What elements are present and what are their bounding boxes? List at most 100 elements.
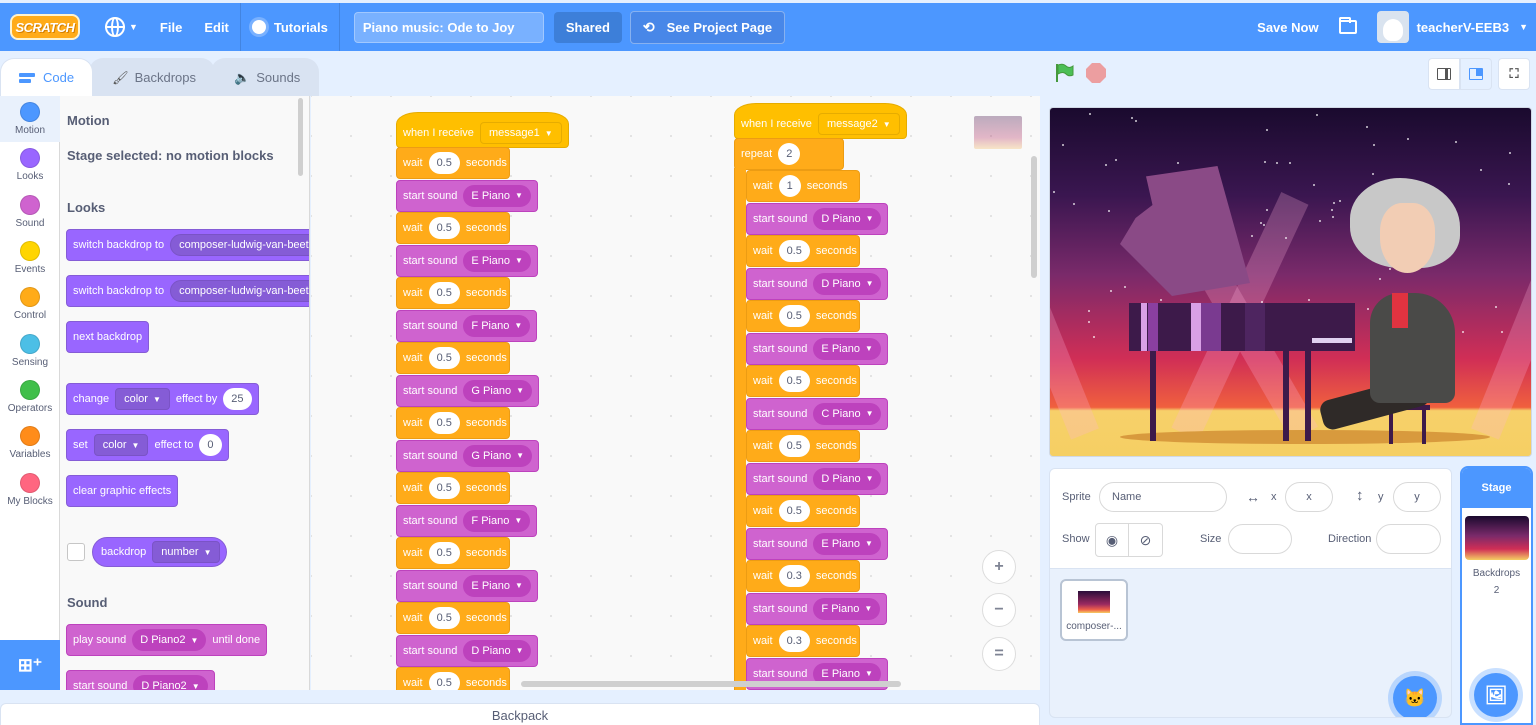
backdrop-reporter-checkbox[interactable]: [67, 543, 85, 561]
backdrop-dropdown[interactable]: composer-ludwig-van-beeth: [170, 234, 309, 256]
switch-backdrop-block[interactable]: switch backdrop to composer-ludwig-van-b…: [66, 229, 309, 261]
wait-block[interactable]: wait 0.5 seconds: [396, 407, 510, 439]
start-sound-block[interactable]: start sound D Piano ▼: [746, 462, 889, 495]
sound-dropdown[interactable]: F Piano ▼: [813, 597, 881, 620]
change-effect-block[interactable]: change color ▼ effect by 25: [66, 383, 259, 415]
sound-dropdown[interactable]: D Piano2 ▼: [133, 675, 208, 690]
tab-code[interactable]: Code: [0, 58, 94, 96]
message-dropdown[interactable]: message2 ▼: [817, 113, 900, 135]
start-sound-block[interactable]: start sound D Piano ▼: [396, 634, 539, 667]
stage-canvas[interactable]: [1049, 107, 1532, 457]
sound-dropdown[interactable]: E Piano ▼: [463, 184, 531, 207]
large-stage-button[interactable]: [1460, 58, 1492, 90]
tab-sounds[interactable]: 🔈 Sounds: [211, 58, 320, 96]
start-sound-block[interactable]: start sound D Piano ▼: [746, 202, 889, 235]
start-sound-block[interactable]: start sound E Piano ▼: [746, 332, 888, 365]
sound-dropdown[interactable]: D Piano ▼: [813, 207, 882, 230]
category-sound[interactable]: Sound: [0, 189, 60, 235]
repeat-block[interactable]: repeat 2: [734, 138, 844, 170]
see-project-page-button[interactable]: ⟲ See Project Page: [629, 10, 786, 44]
next-backdrop-block[interactable]: next backdrop: [66, 321, 150, 353]
start-sound-block[interactable]: start sound E Piano ▼: [746, 527, 888, 560]
add-backdrop-button[interactable]: 🖼: [1474, 673, 1518, 717]
wait-block[interactable]: wait 0.3 seconds: [746, 560, 860, 592]
y-input[interactable]: y: [1393, 482, 1441, 512]
wait-block[interactable]: wait 0.5 seconds: [746, 365, 860, 397]
start-sound-block[interactable]: start sound C Piano ▼: [746, 397, 889, 430]
wait-block[interactable]: wait 0.5 seconds: [396, 667, 510, 690]
shared-button[interactable]: Shared: [553, 11, 622, 43]
green-flag-icon[interactable]: [1053, 62, 1075, 84]
wait-block[interactable]: wait 0.5 seconds: [746, 430, 860, 462]
small-stage-button[interactable]: [1428, 58, 1460, 90]
vertical-scrollbar[interactable]: [1031, 156, 1037, 278]
wait-seconds-input[interactable]: 0.5: [428, 282, 460, 304]
category-motion[interactable]: Motion: [0, 96, 60, 143]
backpack[interactable]: Backpack: [0, 703, 1040, 725]
scratch-logo[interactable]: SCRATCH: [10, 14, 80, 40]
wait-seconds-input[interactable]: 0.5: [428, 477, 460, 499]
wait-seconds-input[interactable]: 0.5: [778, 370, 810, 392]
save-now-button[interactable]: Save Now: [1237, 3, 1338, 51]
start-sound-block[interactable]: start sound D Piano ▼: [746, 267, 889, 300]
sound-dropdown[interactable]: D Piano2 ▼: [132, 629, 207, 651]
effect-value-input[interactable]: 0: [199, 434, 222, 456]
category-variables[interactable]: Variables: [0, 420, 60, 466]
start-sound-block[interactable]: start sound F Piano ▼: [396, 309, 538, 342]
category-events[interactable]: Events: [0, 235, 60, 281]
sound-dropdown[interactable]: D Piano ▼: [813, 467, 882, 490]
zoom-out-button[interactable]: −: [982, 593, 1016, 627]
sound-dropdown[interactable]: F Piano ▼: [463, 509, 531, 532]
wait-seconds-input[interactable]: 0.3: [778, 565, 810, 587]
start-sound-block[interactable]: start sound F Piano ▼: [746, 592, 888, 625]
wait-block[interactable]: wait 1 seconds: [746, 170, 860, 202]
wait-seconds-input[interactable]: 0.5: [778, 435, 810, 457]
wait-block[interactable]: wait 0.5 seconds: [396, 342, 510, 374]
tutorials-button[interactable]: Tutorials: [241, 3, 339, 51]
start-sound-block[interactable]: start sound G Piano ▼: [396, 439, 540, 472]
wait-block[interactable]: wait 0.5 seconds: [746, 495, 860, 527]
repeat-count-input[interactable]: 2: [778, 143, 801, 165]
sprite-name-input[interactable]: Name: [1099, 482, 1227, 512]
sound-dropdown[interactable]: E Piano ▼: [463, 249, 531, 272]
start-sound-block[interactable]: start sound E Piano ▼: [396, 179, 538, 212]
sound-dropdown[interactable]: D Piano ▼: [813, 272, 882, 295]
wait-seconds-input[interactable]: 0.5: [428, 152, 460, 174]
wait-block[interactable]: wait 0.5 seconds: [396, 537, 510, 569]
wait-seconds-input[interactable]: 0.3: [778, 630, 810, 652]
when-i-receive-hat-block[interactable]: when I receive message1 ▼: [396, 112, 569, 148]
direction-input[interactable]: [1376, 524, 1441, 554]
script-area[interactable]: when I receive message1 ▼ wait 0.5 seconds s…: [311, 96, 1040, 690]
category-looks[interactable]: Looks: [0, 142, 60, 188]
wait-seconds-input[interactable]: 0.5: [428, 412, 460, 434]
horizontal-scrollbar[interactable]: [521, 681, 901, 687]
size-input[interactable]: [1228, 524, 1292, 554]
sound-dropdown[interactable]: D Piano ▼: [463, 639, 532, 662]
sound-dropdown[interactable]: E Piano ▼: [813, 532, 881, 555]
set-effect-block[interactable]: set color ▼ effect to 0: [66, 429, 229, 461]
sound-dropdown[interactable]: F Piano ▼: [463, 314, 531, 337]
start-sound-block[interactable]: start sound G Piano ▼: [396, 374, 540, 407]
wait-block[interactable]: wait 0.5 seconds: [396, 147, 510, 179]
wait-seconds-input[interactable]: 1: [778, 175, 801, 197]
start-sound-block[interactable]: start sound E Piano ▼: [396, 244, 538, 277]
zoom-in-button[interactable]: +: [982, 550, 1016, 584]
wait-block[interactable]: wait 0.5 seconds: [396, 472, 510, 504]
play-sound-until-done-block[interactable]: play sound D Piano2 ▼ until done: [66, 624, 268, 656]
sound-dropdown[interactable]: E Piano ▼: [813, 337, 881, 360]
backdrop-attribute-dropdown[interactable]: number ▼: [152, 541, 221, 563]
start-sound-block[interactable]: start sound D Piano2 ▼: [66, 670, 215, 690]
stop-icon[interactable]: [1086, 63, 1106, 83]
wait-block[interactable]: wait 0.5 seconds: [746, 235, 860, 267]
language-menu[interactable]: ▼: [94, 3, 149, 51]
clear-graphic-effects-block[interactable]: clear graphic effects: [66, 475, 179, 507]
wait-seconds-input[interactable]: 0.5: [778, 305, 810, 327]
sound-dropdown[interactable]: C Piano ▼: [813, 402, 882, 425]
wait-block[interactable]: wait 0.5 seconds: [396, 602, 510, 634]
show-visible-button[interactable]: ◉: [1095, 523, 1129, 557]
wait-block[interactable]: wait 0.5 seconds: [396, 277, 510, 309]
add-extension-button[interactable]: ⊞⁺: [0, 640, 60, 690]
backdrop-number-reporter[interactable]: backdrop number ▼: [92, 537, 228, 567]
wait-seconds-input[interactable]: 0.5: [428, 672, 460, 690]
username-menu[interactable]: teacherV-EEB3: [1417, 20, 1510, 35]
